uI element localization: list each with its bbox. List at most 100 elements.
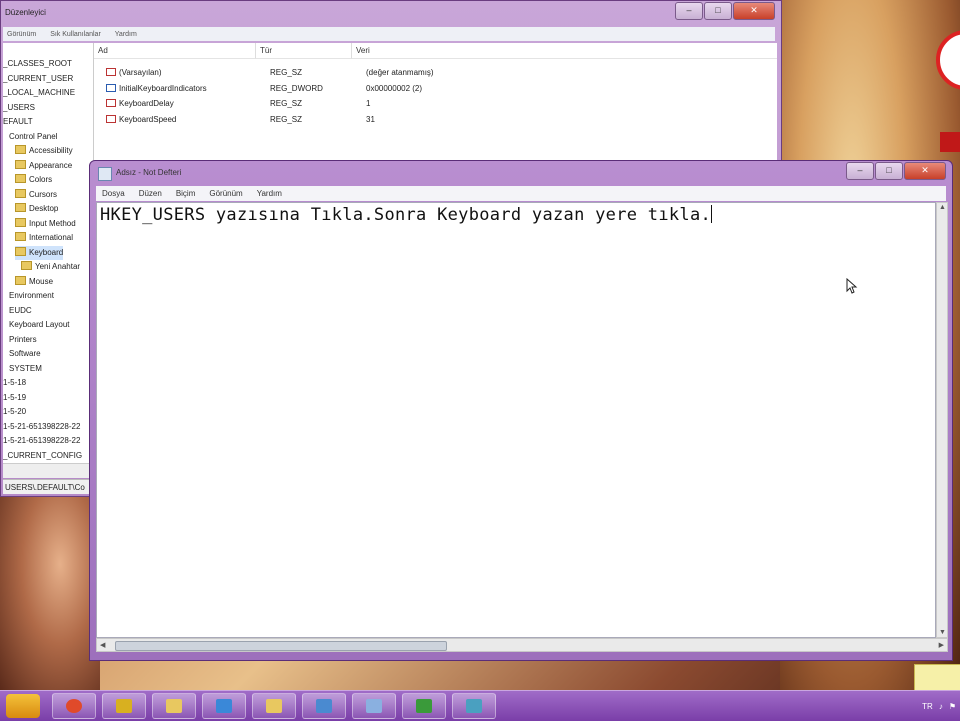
- taskbar-app-button[interactable]: [352, 693, 396, 719]
- horizontal-scroll-thumb[interactable]: [115, 641, 447, 651]
- vertical-scrollbar[interactable]: ▲ ▼: [936, 202, 948, 638]
- string-value-icon: [106, 68, 116, 76]
- taskbar-app-button[interactable]: [52, 693, 96, 719]
- menu-help[interactable]: Yardım: [257, 189, 282, 198]
- maximize-button[interactable]: □: [875, 162, 903, 180]
- value-type[interactable]: REG_SZ: [270, 96, 302, 111]
- tree-item[interactable]: _CURRENT_USER: [3, 72, 73, 86]
- registry-title: Düzenleyici: [5, 8, 46, 17]
- tree-item[interactable]: _CURRENT_CONFIG: [3, 449, 82, 463]
- value-name[interactable]: (Varsayılan): [106, 65, 162, 80]
- value-data[interactable]: 1: [366, 96, 370, 111]
- tree-item-label: _USERS: [3, 102, 36, 112]
- tree-item[interactable]: _LOCAL_MACHINE: [3, 86, 75, 100]
- value-type[interactable]: REG_DWORD: [270, 81, 323, 96]
- tree-item[interactable]: Environment: [9, 289, 54, 303]
- tree-item-label: EFAULT: [3, 117, 33, 126]
- tree-item[interactable]: Keyboard: [15, 245, 64, 260]
- maximize-button[interactable]: □: [704, 2, 732, 20]
- minimize-button[interactable]: –: [846, 162, 874, 180]
- tree-item[interactable]: Input Method: [15, 217, 76, 231]
- scroll-down-icon[interactable]: ▼: [939, 629, 946, 636]
- tree-item[interactable]: Desktop: [15, 202, 58, 216]
- desktop-gadget[interactable]: [940, 132, 960, 152]
- tree-item[interactable]: 1-5-19: [3, 391, 26, 405]
- scroll-left-icon[interactable]: ◀: [100, 641, 105, 649]
- value-data[interactable]: 0x00000002 (2): [366, 81, 422, 96]
- value-data-text: 31: [366, 114, 375, 124]
- value-data[interactable]: 31: [366, 112, 375, 127]
- tree-item[interactable]: Yeni Anahtar: [21, 260, 80, 274]
- tree-item[interactable]: SYSTEM: [9, 362, 42, 376]
- value-type-text: REG_SZ: [270, 114, 303, 124]
- tree-item-label: _CURRENT_CONFIG: [3, 450, 83, 460]
- value-type[interactable]: REG_SZ: [270, 112, 302, 127]
- taskbar-app-button[interactable]: [302, 693, 346, 719]
- taskbar-app-button[interactable]: [252, 693, 296, 719]
- menu-edit[interactable]: Düzen: [139, 189, 162, 198]
- column-header-data[interactable]: Veri: [352, 43, 777, 59]
- tree-item[interactable]: 1-5-20: [3, 405, 26, 419]
- value-name[interactable]: KeyboardSpeed: [106, 112, 176, 127]
- column-header-name[interactable]: Ad: [94, 43, 256, 59]
- speaker-icon[interactable]: ♪: [939, 702, 943, 711]
- horizontal-scrollbar[interactable]: ◀ ▶: [96, 638, 948, 652]
- menu-item[interactable]: Görünüm: [7, 31, 36, 38]
- start-button[interactable]: [6, 694, 40, 718]
- value-data-text: 1: [366, 99, 371, 108]
- tree-item[interactable]: Appearance: [15, 159, 72, 173]
- media-icon: [316, 699, 332, 713]
- tree-item[interactable]: Software: [9, 347, 41, 361]
- menu-item[interactable]: Sık Kullanılanlar: [50, 31, 101, 38]
- tree-item[interactable]: 1-5-21-651398228-22: [3, 420, 80, 434]
- tree-item[interactable]: Mouse: [15, 275, 53, 289]
- column-header-type[interactable]: Tür: [256, 43, 352, 59]
- tree-item[interactable]: Control Panel: [9, 130, 57, 144]
- notepad-title: Adsız - Not Defteri: [116, 168, 182, 177]
- flag-icon[interactable]: ⚑: [949, 702, 956, 711]
- tree-horizontal-scrollbar[interactable]: [3, 463, 93, 478]
- language-indicator[interactable]: TR: [922, 702, 933, 711]
- minimize-button[interactable]: –: [675, 2, 703, 20]
- taskbar-app-button[interactable]: [152, 693, 196, 719]
- tree-item[interactable]: EFAULT: [3, 115, 33, 129]
- menu-file[interactable]: Dosya: [102, 189, 125, 198]
- tree-item[interactable]: 1-5-21-651398228-22: [3, 434, 80, 448]
- value-data[interactable]: (değer atanmamış): [366, 65, 434, 80]
- registry-titlebar[interactable]: Düzenleyici – □ ✕: [1, 1, 781, 25]
- tree-item[interactable]: EUDC: [9, 304, 32, 318]
- taskbar-app-button[interactable]: [452, 693, 496, 719]
- tree-item[interactable]: International: [15, 231, 73, 245]
- value-name[interactable]: KeyboardDelay: [106, 96, 174, 111]
- sticky-note-gadget[interactable]: [914, 664, 960, 692]
- folder-icon: [21, 261, 32, 270]
- registry-key-tree[interactable]: _CLASSES_ROOT _CURRENT_USER _LOCAL_MACHINE…: [3, 43, 94, 463]
- taskbar-app-button[interactable]: [402, 693, 446, 719]
- tree-item-label: 1-5-21-651398228-22: [3, 421, 81, 431]
- scroll-up-icon[interactable]: ▲: [939, 204, 946, 211]
- value-name[interactable]: InitialKeyboardIndicators: [106, 81, 207, 96]
- tree-item[interactable]: Accessibility: [15, 144, 73, 158]
- menu-view[interactable]: Görünüm: [209, 189, 242, 198]
- notepad-text-area[interactable]: HKEY_USERS yazısına Tıkla.Sonra Keyboard…: [96, 202, 936, 638]
- menu-item[interactable]: Yardım: [115, 31, 137, 38]
- text-caret: [711, 205, 713, 223]
- close-button[interactable]: ✕: [733, 2, 775, 20]
- tree-item[interactable]: 1-5-18: [3, 376, 26, 390]
- tree-item[interactable]: Keyboard Layout: [9, 318, 70, 332]
- taskbar: TR ♪ ⚑: [0, 690, 960, 721]
- tree-item[interactable]: Colors: [15, 173, 52, 187]
- tree-item[interactable]: Cursors: [15, 188, 57, 202]
- folder-icon: [15, 145, 26, 154]
- close-button[interactable]: ✕: [904, 162, 946, 180]
- tree-item[interactable]: Printers: [9, 333, 37, 347]
- tree-item[interactable]: _CLASSES_ROOT: [3, 57, 72, 71]
- menu-format[interactable]: Biçim: [176, 189, 196, 198]
- gadget-icon: [116, 699, 132, 713]
- value-type[interactable]: REG_SZ: [270, 65, 302, 80]
- taskbar-app-button[interactable]: [102, 693, 146, 719]
- tree-item[interactable]: _USERS: [3, 101, 35, 115]
- tree-item-label: Software: [9, 349, 41, 358]
- scroll-right-icon[interactable]: ▶: [939, 641, 944, 649]
- taskbar-app-button[interactable]: [202, 693, 246, 719]
